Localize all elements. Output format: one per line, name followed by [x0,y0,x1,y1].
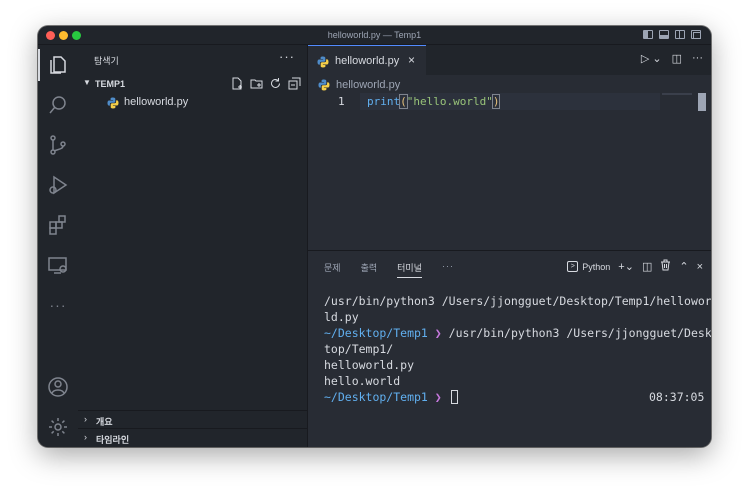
chevron-down-icon: ▼ [83,78,91,87]
code-line[interactable]: 1 print("hello.world") [308,93,691,110]
chevron-right-icon: › [84,414,87,424]
terminal-line: hello.world [324,374,401,388]
folder-header[interactable]: ▼ TEMP1 [78,76,307,92]
python-file-icon [317,55,329,73]
terminal-prompt-line: ~/Desktop/Temp1 ❯ 08:37:05 [324,389,704,405]
account-icon[interactable] [38,367,78,407]
remote-explorer-icon[interactable] [38,245,78,285]
explorer-sidebar: 탐색기 ··· ▼ TEMP1 helloworld.py › 개요 › 타임라… [78,45,308,447]
split-terminal-icon[interactable]: ◫ [642,260,652,273]
explorer-more-icon[interactable]: ··· [279,49,295,64]
new-file-icon[interactable] [231,77,244,90]
outline-label: 개요 [96,417,113,427]
prompt-arrow: ❯ [434,326,442,340]
code-string: "hello.world" [406,95,493,108]
tab-problems[interactable]: 문제 [324,261,341,278]
terminal-output[interactable]: /usr/bin/python3 /Users/jjongguet/Desk to… [324,293,711,405]
minimap-slider[interactable] [698,93,706,111]
prompt-path: ~/Desktop/Temp1 [324,326,428,340]
editor-area: helloworld.py × ▷ ⌄ ◫ ··· helloworld.py … [308,45,711,447]
minimap-line [662,93,692,95]
collapse-all-icon[interactable] [288,77,301,90]
folder-name: TEMP1 [95,79,126,89]
editor-more-icon[interactable]: ··· [692,52,703,65]
explorer-icon[interactable] [38,45,78,85]
terminal-line: ~/Desktop/Temp1 ❯ /usr/bin/python3 /User… [324,325,711,341]
file-item-helloworld[interactable]: helloworld.py [78,93,307,111]
tab-label: helloworld.py [335,55,400,67]
settings-gear-icon[interactable] [38,407,78,447]
terminal-icon: > [567,261,579,272]
vscode-window: helloworld.py — Temp1 ··· 탐색기 ··· ▼ TEMP… [38,26,711,447]
file-name: helloworld.py [124,96,189,108]
split-editor-icon[interactable]: ◫ [672,52,682,65]
new-terminal-icon[interactable]: +⌄ [618,260,634,273]
terminal-cursor [450,390,458,404]
panel-tabs: 문제 출력 터미널 ··· [324,261,454,278]
line-number: 1 [338,95,345,108]
run-python-file-icon[interactable]: ▷ ⌄ [641,52,662,65]
maximize-panel-icon[interactable]: ⌃ [679,260,688,273]
extensions-icon[interactable] [38,205,78,245]
prompt-path: ~/Desktop/Temp1 [324,390,428,404]
tab-bar: helloworld.py × ▷ ⌄ ◫ ··· [308,45,711,75]
terminal-name: Python [582,261,611,272]
trash-icon[interactable] [660,259,671,274]
run-debug-icon[interactable] [38,165,78,205]
window-title: helloworld.py — Temp1 [327,30,422,40]
customize-layout-icon[interactable] [691,30,701,39]
folder-actions [231,77,301,90]
tab-helloworld[interactable]: helloworld.py × [308,45,426,75]
editor-actions: ▷ ⌄ ◫ ··· [641,52,703,65]
code-function: print [367,95,401,108]
terminal-line: top/Temp1/ [324,342,394,356]
toggle-secondary-sidebar-icon[interactable] [675,30,685,39]
terminal-line: /usr/bin/python3 /Users/jjongguet/Deskto… [324,294,711,308]
terminal-selector[interactable]: > Python [567,261,610,272]
timeline-section[interactable]: › 타임라인 [78,428,307,446]
panel-actions: > Python +⌄ ◫ ⌃ × [567,259,703,274]
outline-section[interactable]: › 개요 [78,410,307,428]
minimap[interactable] [660,93,708,113]
terminal-timestamp: 08:37:05 [649,390,705,404]
tab-terminal[interactable]: 터미널 [397,261,422,278]
python-file-icon [107,96,119,114]
close-tab-icon[interactable]: × [408,53,415,67]
toggle-panel-icon[interactable] [659,30,669,39]
explorer-title: 탐색기 [94,56,119,66]
code-text[interactable]: print("hello.world") [367,94,501,109]
code-paren-close: ) [491,94,501,109]
prompt-arrow: ❯ [434,390,442,404]
toggle-sidebar-icon[interactable] [643,30,653,39]
terminal-line: ld.py [324,310,359,324]
more-views-icon[interactable]: ··· [38,285,78,325]
code-paren-open: ( [399,94,408,109]
chevron-right-icon: › [84,432,87,442]
timeline-label: 타임라인 [96,435,130,445]
title-bar: helloworld.py — Temp1 [38,26,711,45]
terminal-command: /usr/bin/python3 /Users/jjongguet/Desk [441,326,711,340]
search-icon[interactable] [38,85,78,125]
activity-bar: ··· [38,45,78,447]
terminal-line: helloworld.py [324,358,415,372]
layout-controls [643,30,701,39]
bottom-panel: 문제 출력 터미널 ··· > Python +⌄ ◫ ⌃ × /usr/bin [308,250,711,447]
refresh-icon[interactable] [269,77,282,90]
source-control-icon[interactable] [38,125,78,165]
new-folder-icon[interactable] [250,77,263,90]
tab-output[interactable]: 출력 [361,261,378,278]
panel-more-icon[interactable]: ··· [442,261,454,278]
close-panel-icon[interactable]: × [697,261,703,273]
breadcrumb-file: helloworld.py [336,79,401,91]
